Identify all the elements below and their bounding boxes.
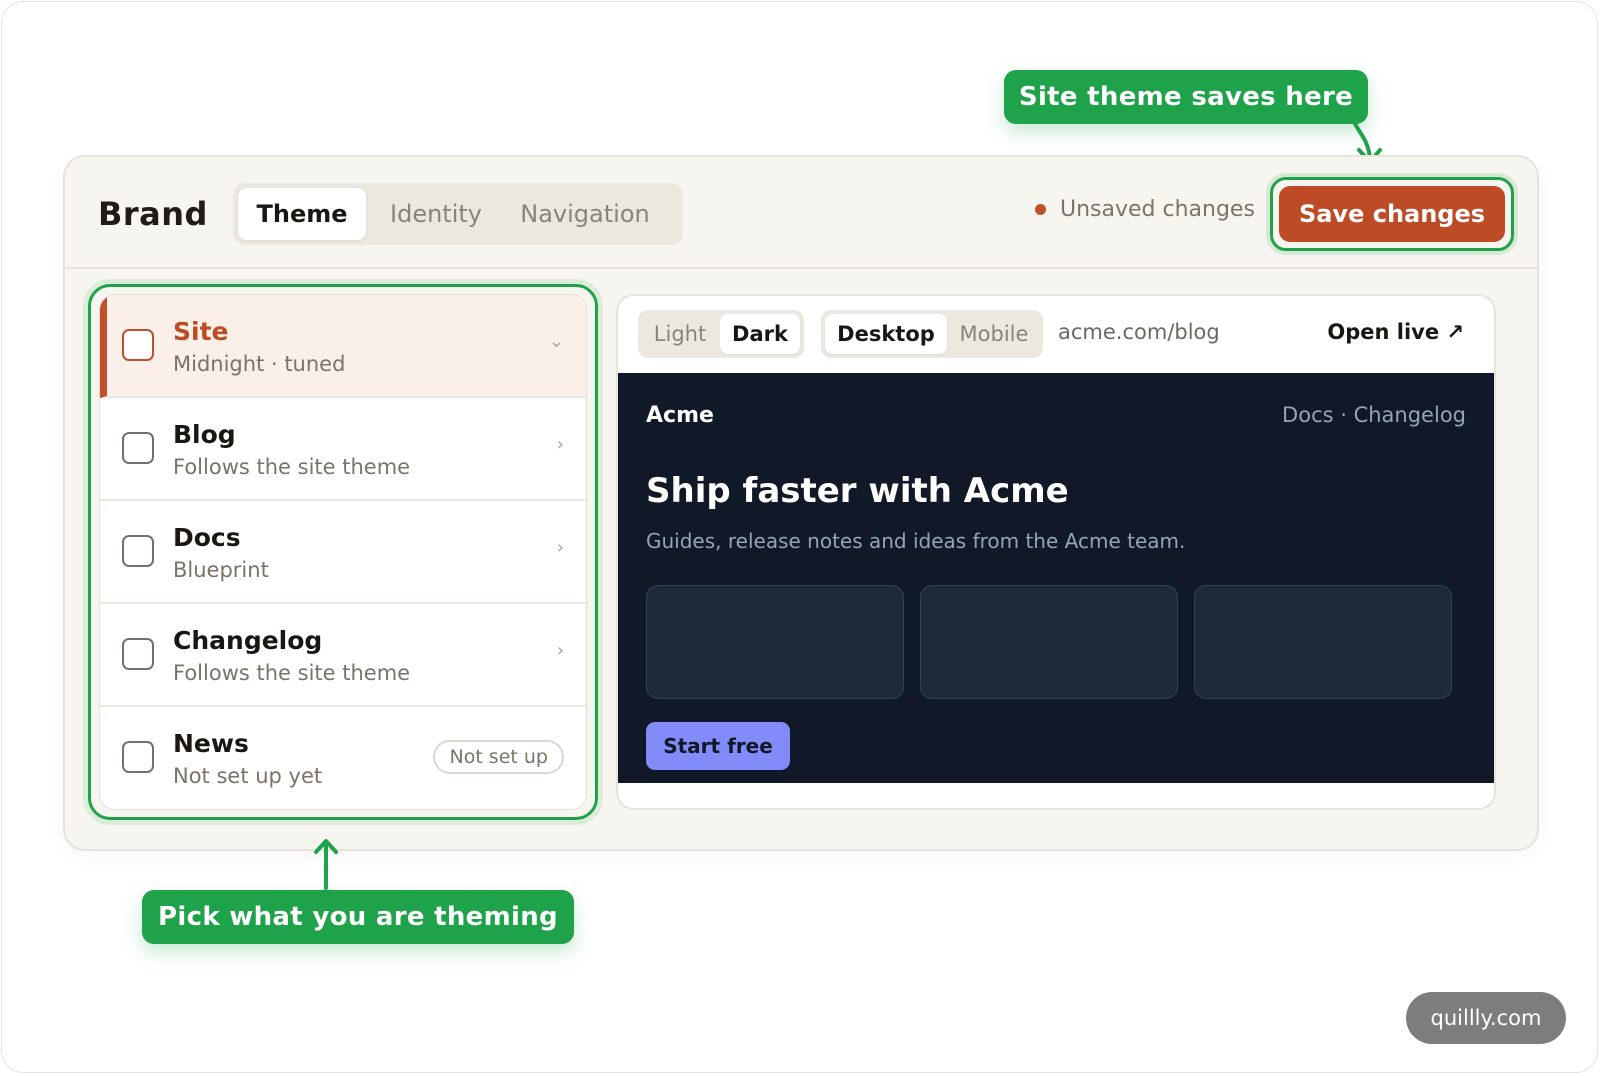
list-item-title: Site: [173, 317, 229, 346]
theme-target-list: Site Midnight · tuned ⌄ Blog Follows the…: [99, 294, 587, 810]
status-dot-icon: [1035, 204, 1046, 215]
site-lead: Guides, release notes and ideas from the…: [646, 529, 1186, 553]
tab-navigation[interactable]: Navigation: [505, 188, 665, 240]
checkbox[interactable]: [122, 638, 154, 670]
color-mode-toggle: Light Dark: [638, 310, 804, 358]
device-mobile-option[interactable]: Mobile: [949, 314, 1039, 354]
unsaved-status: Unsaved changes: [1035, 197, 1255, 222]
preview-card: [920, 585, 1178, 699]
chevron-right-icon: ›: [556, 537, 564, 558]
site-headline: Ship faster with Acme: [646, 471, 1069, 511]
list-item-title: Docs: [173, 523, 241, 552]
site-logo: Acme: [646, 403, 714, 428]
checkbox[interactable]: [122, 432, 154, 464]
tab-theme[interactable]: Theme: [238, 188, 366, 240]
site-preview: Acme Docs · Changelog Ship faster with A…: [618, 373, 1494, 783]
list-item-news[interactable]: News Not set up yet Not set up: [100, 707, 586, 809]
page-title: Brand: [98, 195, 208, 233]
list-item-title: Changelog: [173, 626, 323, 655]
open-live-link[interactable]: Open live ↗: [1327, 320, 1464, 344]
callout-pick-target: Pick what you are theming: [142, 890, 574, 944]
theme-preview-panel: Light Dark Desktop Mobile acme.com/blog …: [616, 294, 1496, 810]
site-cta-button[interactable]: Start free: [646, 722, 790, 770]
callout-arrow-up-icon: [314, 839, 338, 890]
list-item-blog[interactable]: Blog Follows the site theme ›: [100, 398, 586, 501]
checkbox[interactable]: [122, 741, 154, 773]
device-desktop-option[interactable]: Desktop: [825, 314, 947, 354]
list-item-subtitle: Follows the site theme: [173, 455, 411, 479]
card-header: Brand Theme Identity Navigation Unsaved …: [65, 157, 1537, 269]
list-item-subtitle: Not set up yet: [173, 764, 323, 788]
save-button[interactable]: Save changes: [1279, 186, 1505, 242]
list-item-docs[interactable]: Docs Blueprint ›: [100, 501, 586, 604]
list-item-title: Blog: [173, 420, 236, 449]
chevron-right-icon: ›: [556, 434, 564, 455]
save-highlight: Save changes: [1270, 177, 1514, 251]
checkbox[interactable]: [122, 329, 154, 361]
preview-card: [1194, 585, 1452, 699]
list-item-subtitle: Follows the site theme: [173, 661, 411, 685]
list-item-changelog[interactable]: Changelog Follows the site theme ›: [100, 604, 586, 707]
chevron-down-icon: ⌄: [548, 331, 564, 352]
status-badge: Not set up: [433, 740, 564, 774]
site-nav: Docs · Changelog: [1282, 403, 1466, 427]
preview-card: [646, 585, 904, 699]
preview-url: acme.com/blog: [1058, 320, 1220, 344]
brand-settings-card: Brand Theme Identity Navigation Unsaved …: [63, 155, 1539, 851]
list-item-title: News: [173, 729, 249, 758]
chevron-right-icon: ›: [556, 640, 564, 661]
device-toggle: Desktop Mobile: [821, 310, 1043, 358]
watermark: quillly.com: [1406, 992, 1566, 1044]
mode-dark-option[interactable]: Dark: [720, 314, 800, 354]
status-text: Unsaved changes: [1060, 197, 1255, 222]
list-highlight: Site Midnight · tuned ⌄ Blog Follows the…: [88, 284, 598, 820]
list-item-subtitle: Blueprint: [173, 558, 269, 582]
list-item-subtitle: Midnight · tuned: [173, 352, 346, 376]
mode-light-option[interactable]: Light: [642, 314, 718, 354]
checkbox[interactable]: [122, 535, 154, 567]
list-item-site[interactable]: Site Midnight · tuned ⌄: [100, 295, 586, 398]
tab-identity[interactable]: Identity: [375, 188, 497, 240]
callout-save-location: Site theme saves here: [1004, 70, 1368, 124]
tab-bar: Theme Identity Navigation: [233, 183, 683, 245]
